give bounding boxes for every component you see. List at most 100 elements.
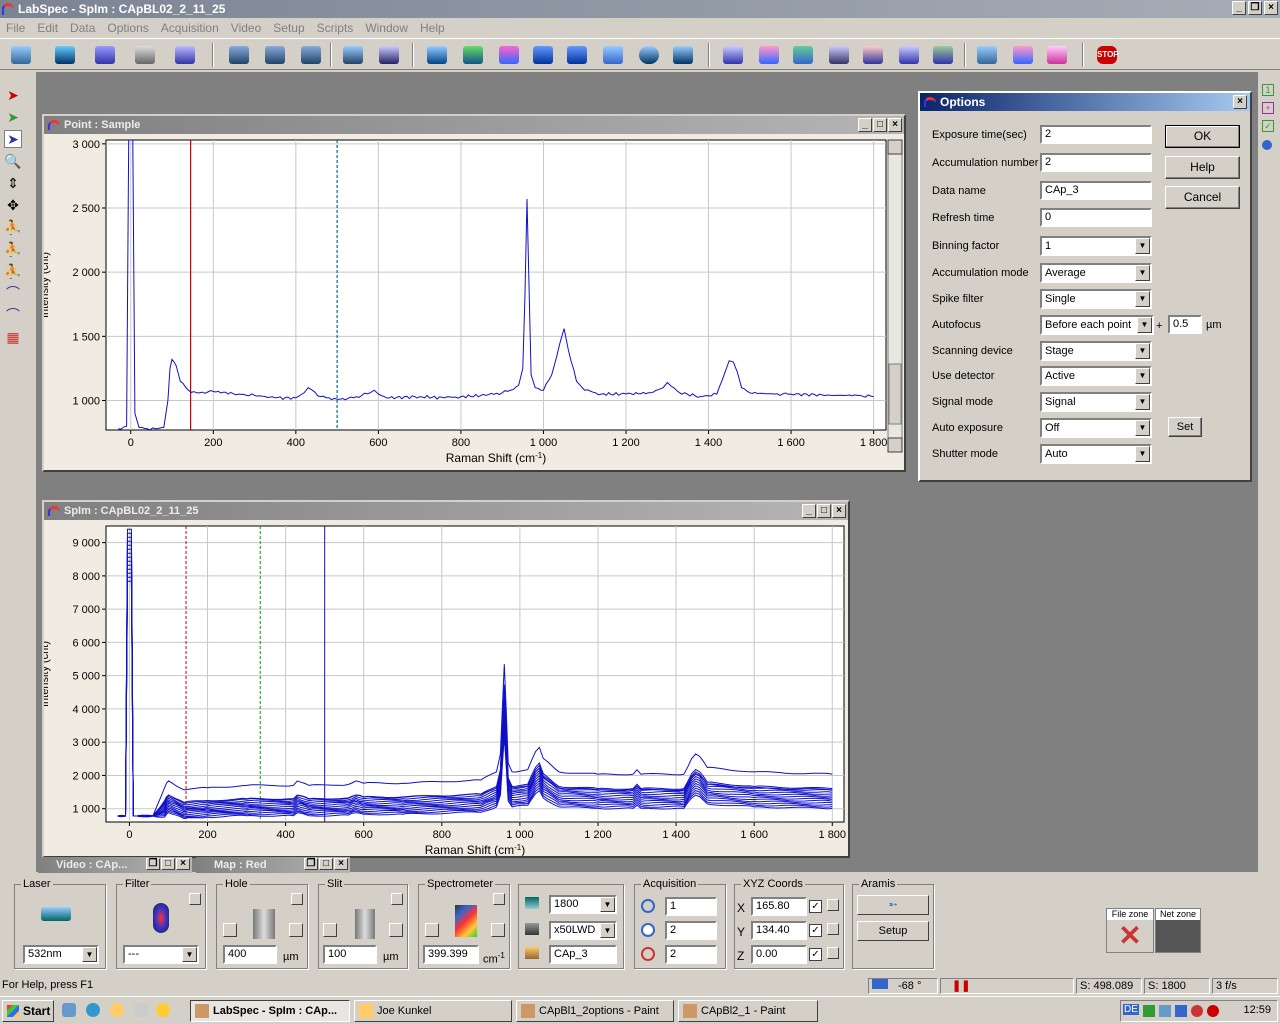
- pan-icon[interactable]: ✥: [4, 196, 22, 214]
- hole-reset-button[interactable]: [291, 893, 303, 905]
- auto-exposure-select[interactable]: Off ▼: [1040, 418, 1152, 438]
- save-icon[interactable]: [92, 42, 118, 68]
- map-window-minimized[interactable]: Map : Red ❐ □ ×: [196, 857, 350, 873]
- spectrum-view-icon[interactable]: [340, 42, 366, 68]
- acquire-icon[interactable]: [8, 42, 34, 68]
- language-indicator[interactable]: DE: [1123, 1004, 1139, 1015]
- dot-icon[interactable]: [1262, 140, 1272, 150]
- map-icon[interactable]: [530, 42, 556, 68]
- filter-reset-button[interactable]: [189, 893, 201, 905]
- scale-y-icon[interactable]: ⇕: [4, 174, 22, 192]
- taskbar-button-3[interactable]: CApBl1_2options - Paint: [516, 1000, 674, 1022]
- acquisition-field-2[interactable]: 2: [665, 921, 717, 940]
- data-name-input[interactable]: CAp_3: [1040, 181, 1152, 200]
- taskbar-button-4[interactable]: CApBl2_1 - Paint: [678, 1000, 818, 1022]
- palette-icon[interactable]: [1010, 42, 1036, 68]
- map-restore-button[interactable]: ❐: [304, 858, 318, 870]
- spike-filter-select[interactable]: Single ▼: [1040, 289, 1152, 309]
- function-icon[interactable]: [860, 42, 886, 68]
- menu-edit[interactable]: Edit: [31, 19, 64, 37]
- net-zone[interactable]: Net zone: [1155, 908, 1201, 953]
- image-icon[interactable]: [600, 42, 626, 68]
- map-maximize-button[interactable]: □: [319, 858, 333, 870]
- x-coord-input[interactable]: 165.80: [751, 897, 807, 916]
- acquisition-field-1[interactable]: 1: [665, 897, 717, 916]
- pointer-blue-icon[interactable]: ➤: [4, 130, 22, 148]
- slit-reset-button[interactable]: [391, 893, 403, 905]
- chevron-down-icon[interactable]: ▼: [1135, 291, 1150, 307]
- use-detector-select[interactable]: Active ▼: [1040, 366, 1152, 386]
- aramis-arrow-button[interactable]: ➵: [857, 895, 929, 915]
- hole-increase-button[interactable]: [289, 923, 303, 937]
- quicklaunch-icon-4[interactable]: [134, 1003, 148, 1017]
- plus-icon[interactable]: +: [1262, 102, 1274, 114]
- spim-close-button[interactable]: ×: [832, 504, 846, 518]
- point-close-button[interactable]: ×: [888, 118, 902, 132]
- multi-peak-icon[interactable]: [896, 42, 922, 68]
- spim-maximize-button[interactable]: □: [817, 504, 831, 518]
- chevron-down-icon[interactable]: ▼: [1135, 446, 1150, 462]
- arc-icon[interactable]: ⌒: [4, 284, 22, 302]
- tray-icon-3[interactable]: [1175, 1005, 1187, 1017]
- binning-factor-select[interactable]: 1 ▼: [1040, 236, 1152, 256]
- color-map-icon[interactable]: [496, 42, 522, 68]
- shutter-mode-select[interactable]: Auto ▼: [1040, 444, 1152, 464]
- open-file-icon[interactable]: [52, 42, 78, 68]
- slit-increase-button[interactable]: [389, 923, 403, 937]
- grid-select-icon[interactable]: ▦: [4, 328, 22, 346]
- menu-acquisition[interactable]: Acquisition: [155, 19, 225, 37]
- scanning-device-select[interactable]: Stage ▼: [1040, 341, 1152, 361]
- quicklaunch-icon-3[interactable]: [110, 1003, 124, 1017]
- tray-icon-2[interactable]: [1159, 1005, 1171, 1017]
- autofocus-select[interactable]: Before each point ▼: [1040, 315, 1154, 335]
- signal-mode-select[interactable]: Signal ▼: [1040, 392, 1152, 412]
- filter-icon[interactable]: [790, 42, 816, 68]
- tray-icon-4[interactable]: [1191, 1005, 1203, 1017]
- slit-decrease-button[interactable]: [323, 923, 337, 937]
- hole-input[interactable]: 400: [223, 945, 277, 964]
- pointer-red-icon[interactable]: ➤: [4, 86, 22, 104]
- figure-blue-icon[interactable]: ⛹: [4, 240, 22, 258]
- grating-select[interactable]: 1800 ▼: [549, 895, 617, 914]
- x-checkbox[interactable]: ✓: [809, 900, 822, 913]
- menu-help[interactable]: Help: [414, 19, 451, 37]
- ie-icon[interactable]: [86, 1003, 100, 1017]
- fit-icon[interactable]: [298, 42, 324, 68]
- z-reset-button[interactable]: [827, 947, 839, 959]
- menu-setup[interactable]: Setup: [267, 19, 310, 37]
- area-icon[interactable]: [1044, 42, 1070, 68]
- point-spectrum-chart[interactable]: 0 200 400 600 800 1 000 1 200 1 400 1 600 1 800 1 …: [44, 134, 904, 470]
- taskbar-button-2[interactable]: Joe Kunkel: [354, 1000, 512, 1022]
- info-icon[interactable]: [376, 42, 402, 68]
- one-icon[interactable]: 1: [1262, 84, 1274, 96]
- context-help-icon[interactable]: [172, 42, 198, 68]
- figure-icon[interactable]: ⛹: [4, 218, 22, 236]
- menu-scripts[interactable]: Scripts: [311, 19, 360, 37]
- video-window-minimized[interactable]: Video : CAp... ❐ □ ×: [38, 857, 192, 873]
- autofocus-offset-input[interactable]: 0.5: [1168, 315, 1202, 334]
- spim-spectra-chart[interactable]: 0 200 400 600 800 1 000 1 200 1 400 1 600 1 800 1 …: [44, 520, 848, 856]
- laser-select[interactable]: 532nm ▼: [23, 945, 99, 964]
- video-close-button[interactable]: ×: [176, 858, 190, 870]
- zoom-icon[interactable]: 🔍: [4, 152, 22, 170]
- spim-minimize-button[interactable]: _: [802, 504, 816, 518]
- arc-points-icon[interactable]: ⌒: [4, 306, 22, 324]
- pointer-green-icon[interactable]: ➤: [4, 108, 22, 126]
- zoom-frame-icon[interactable]: [670, 42, 696, 68]
- aramis-setup-button[interactable]: Setup: [857, 921, 929, 941]
- media-player-icon[interactable]: [156, 1003, 170, 1017]
- vertical-scale-icon[interactable]: [262, 42, 288, 68]
- menu-options[interactable]: Options: [101, 19, 154, 37]
- chevron-down-icon[interactable]: ▼: [1135, 265, 1150, 281]
- y-coord-input[interactable]: 134.40: [751, 921, 807, 940]
- exposure-time-sec-input[interactable]: 2: [1040, 125, 1152, 144]
- spectrometer-decrease-button[interactable]: [425, 923, 439, 937]
- move-icon[interactable]: [226, 42, 252, 68]
- camera-icon[interactable]: [636, 42, 662, 68]
- peak-fit-icon[interactable]: [826, 42, 852, 68]
- mesh-icon[interactable]: [564, 42, 590, 68]
- filter-select[interactable]: --- ▼: [123, 945, 199, 964]
- quicklaunch-icon-1[interactable]: [62, 1003, 76, 1017]
- help-button[interactable]: Help: [1165, 156, 1240, 179]
- dataname-input[interactable]: CAp_3: [549, 945, 617, 964]
